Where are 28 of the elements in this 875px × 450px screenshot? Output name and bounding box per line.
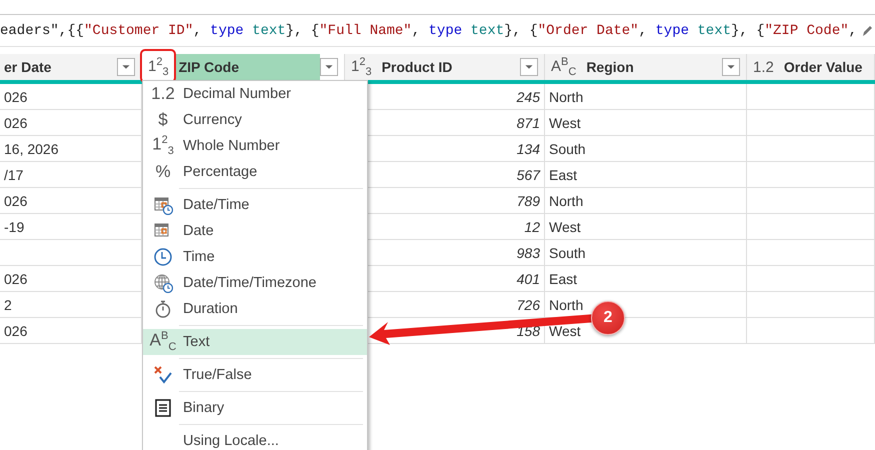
menu-item[interactable]: Binary <box>143 395 367 421</box>
table-cell: East <box>545 266 747 292</box>
cross-check-icon <box>153 365 173 385</box>
pencil-icon[interactable] <box>861 24 873 38</box>
table-cell: South <box>545 136 747 162</box>
menu-item[interactable]: Using Locale... <box>143 428 367 450</box>
table-cell: North <box>545 84 747 110</box>
formula-text[interactable]: eaders",{{"Customer ID", type text}, {"Full Name", type text}, {"Order Date", type text}, {"ZIP Code", <box>0 22 858 38</box>
table-cell: West <box>545 110 747 136</box>
stopwatch-icon <box>153 299 173 319</box>
table-cell: East <box>545 162 747 188</box>
type-icon: % <box>155 162 171 182</box>
column-header[interactable]: 1.2 Order Value <box>747 54 875 80</box>
menu-item[interactable]: True/False <box>143 362 367 388</box>
table-cell: West <box>545 214 747 240</box>
clock-icon <box>153 247 173 267</box>
column-header[interactable]: 1$^{2}$$_{3}$ Product ID <box>345 54 545 80</box>
type-icon[interactable]: 1.2 <box>747 58 780 76</box>
document-icon <box>153 398 173 418</box>
type-icon: 1.2 <box>151 84 175 104</box>
menu-item[interactable]: A$^{B}$$_{C}$ Text <box>143 329 367 355</box>
table-cell: South <box>545 240 747 266</box>
table-cell: North <box>545 188 747 214</box>
column-header[interactable]: er Date <box>0 54 142 80</box>
calendar-clock-icon <box>153 195 173 215</box>
globe-clock-icon <box>153 273 173 293</box>
type-icon: $ <box>158 110 168 130</box>
column-header[interactable]: A$^{B}$$_{C}$ Region <box>545 54 747 80</box>
